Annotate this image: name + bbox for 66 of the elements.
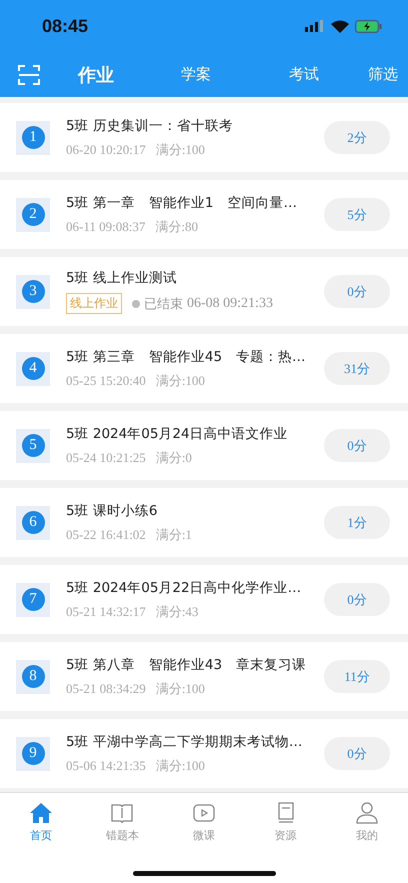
assignment-card[interactable]: 9 5班 平湖中学高二下学期期末考试物… 05-06 14:21:35 满分:100 0分 [0, 719, 408, 788]
number-badge: 1 [16, 120, 50, 154]
number-badge: 4 [16, 352, 50, 386]
assignment-title: 5班 第三章 智能作业45 专题：热… [66, 348, 307, 366]
score-pill: 11分 [324, 660, 390, 693]
number-badge: 9 [16, 736, 50, 770]
status-dot [132, 300, 140, 308]
status-time: 08:45 [42, 16, 88, 36]
number-badge: 8 [16, 660, 50, 694]
signal-icon [305, 20, 325, 32]
number-badge: 3 [16, 274, 50, 308]
assignment-title: 5班 线上作业测试 [66, 269, 178, 287]
number-badge: 5 [16, 428, 50, 462]
assignment-title: 5班 历史集训一：省十联考 [66, 116, 234, 134]
assignment-card[interactable]: 6 5班 课时小练6 05-22 16:41:02 满分:1 1分 [0, 488, 408, 557]
battery-icon [355, 20, 382, 32]
score-pill: 2分 [324, 121, 390, 154]
assignment-time: 05-21 14:32:17 [66, 604, 146, 620]
assignment-time: 06-20 10:20:17 [66, 142, 146, 158]
assignment-card[interactable]: 5 5班 2024年05月24日高中语文作业 05-24 10:21:25 满分:0 0分 [0, 411, 408, 480]
full-score: 满分:100 [156, 140, 205, 158]
number-badge: 7 [16, 582, 50, 616]
score-pill: 0分 [324, 737, 390, 770]
assignment-card[interactable]: 7 5班 2024年05月22日高中化学作业… 05-21 14:32:17 满分:43 0分 [0, 565, 408, 634]
person-icon [355, 802, 380, 824]
full-score: 满分:0 [156, 448, 192, 466]
wifi-icon [331, 20, 349, 32]
assignment-card[interactable]: 3 5班 线上作业测试 线上作业 已结束 06-08 09:21:33 0分 [0, 257, 408, 326]
assignment-status: 已结束 [144, 296, 183, 312]
assignment-time: 06-11 09:08:37 [66, 218, 146, 234]
number-badge: 2 [16, 198, 50, 232]
full-score: 满分:100 [156, 680, 205, 698]
assignment-card[interactable]: 1 5班 历史集训一：省十联考 06-20 10:20:17 满分:100 2分 [0, 103, 408, 172]
score-pill: 0分 [324, 275, 390, 308]
online-tag: 线上作业 [66, 293, 122, 314]
number-badge: 6 [16, 506, 50, 540]
assignment-title: 5班 2024年05月22日高中化学作业… [66, 578, 302, 596]
score-pill: 31分 [324, 352, 390, 385]
assignment-time: 05-21 08:34:29 [66, 680, 146, 696]
assignment-card[interactable]: 2 5班 第一章 智能作业1 空间向量… 06-11 09:08:37 满分:80 5分 [0, 180, 408, 249]
full-score: 满分:43 [156, 602, 198, 620]
video-icon [192, 802, 216, 824]
score-pill: 0分 [324, 583, 390, 616]
assignment-card[interactable]: 8 5班 第八章 智能作业43 章末复习课 05-21 08:34:29 满分:100 11分 [0, 642, 408, 711]
assignment-time: 06-08 09:21:33 [187, 296, 273, 312]
full-score: 满分:1 [156, 526, 192, 544]
score-pill: 5分 [324, 198, 390, 231]
assignment-title: 5班 平湖中学高二下学期期末考试物… [66, 732, 304, 750]
home-icon [28, 802, 53, 824]
nav-tab[interactable]: 首页 [0, 801, 82, 844]
score-pill: 1分 [324, 506, 390, 539]
assignment-title: 5班 第八章 智能作业43 章末复习课 [66, 656, 308, 674]
full-score: 满分:100 [156, 756, 205, 774]
scan-icon[interactable] [18, 64, 40, 84]
assignment-time: 05-22 16:41:02 [66, 526, 146, 542]
book-icon [110, 802, 134, 824]
full-score: 满分:80 [155, 218, 198, 236]
score-pill: 0分 [324, 429, 390, 462]
assignment-title: 5班 第一章 智能作业1 空间向量… [66, 194, 298, 212]
assignment-title: 5班 2024年05月24日高中语文作业 [66, 424, 289, 442]
assignment-time: 05-06 14:21:35 [66, 758, 146, 774]
assignment-title: 5班 课时小练6 [66, 502, 158, 520]
assignment-time: 05-24 10:21:25 [66, 450, 146, 466]
assignment-card[interactable]: 4 5班 第三章 智能作业45 专题：热… 05-25 15:20:40 满分:100 31分 [0, 334, 408, 403]
assignment-time: 05-25 15:20:40 [66, 372, 146, 388]
full-score: 满分:100 [156, 372, 205, 390]
